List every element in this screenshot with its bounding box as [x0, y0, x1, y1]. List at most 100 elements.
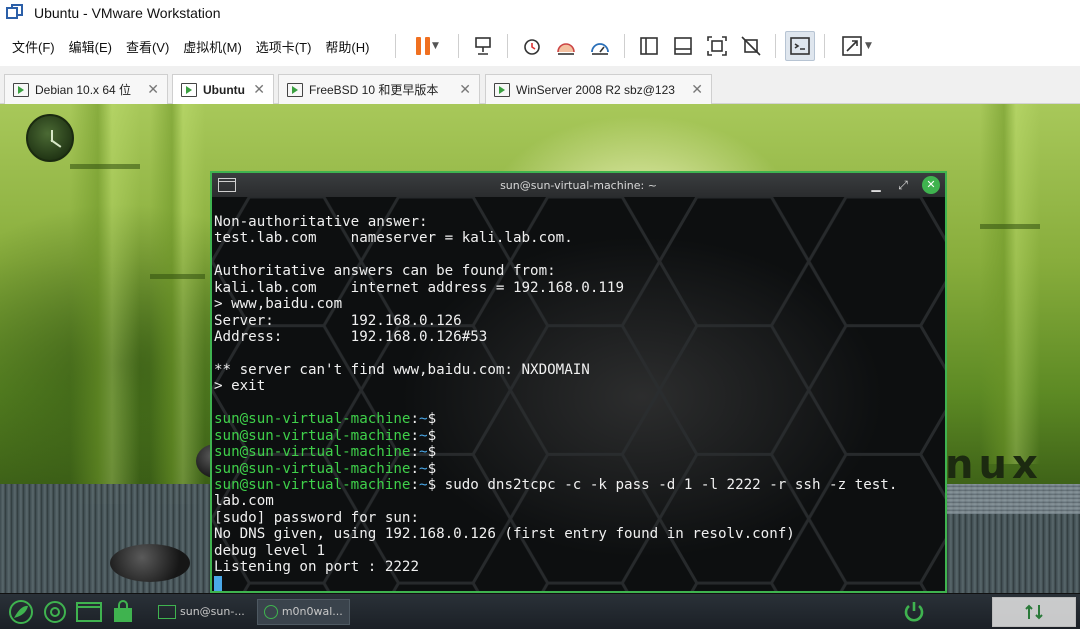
console-view-button[interactable]	[785, 31, 816, 61]
menu-file[interactable]: 文件(F)	[0, 37, 62, 56]
terminal-window[interactable]: sun@sun-virtual-machine: ~ ▁ ⤢ ✕ Non-aut…	[210, 171, 947, 593]
prompt-path: ~	[419, 427, 428, 444]
prompt-user: sun@sun-virtual-machine	[214, 477, 411, 493]
command-text: sudo dns2tcpc -c -k pass -d 1 -l 2222 -r…	[436, 477, 898, 493]
thumbnail-button[interactable]	[668, 31, 698, 61]
restore-button[interactable]: ⤢	[894, 176, 912, 194]
wallpaper-bamboo	[980, 104, 1040, 464]
terminal-body[interactable]: Non-authoritative answer: test.lab.com na…	[212, 197, 945, 591]
prompt-user: sun@sun-virtual-machine	[214, 411, 411, 428]
console-view-icon	[790, 37, 811, 55]
tab-freebsd[interactable]: FreeBSD 10 和更早版本 ✕	[278, 74, 480, 104]
vm-icon	[494, 82, 510, 97]
network-tray[interactable]	[992, 597, 1076, 627]
menu-edit[interactable]: 编辑(E)	[62, 37, 119, 56]
menu-tabs[interactable]: 选项卡(T)	[249, 37, 319, 56]
close-icon[interactable]: ✕	[691, 82, 703, 98]
prompt-dollar: $	[427, 427, 437, 444]
power-button[interactable]	[901, 599, 927, 625]
terminal-line: sun@sun-virtual-machine:~$	[214, 428, 945, 444]
toolbar-separator	[395, 34, 397, 58]
wallpaper-brand-text: nux	[945, 442, 1043, 488]
window-title: Ubuntu - VMware Workstation	[34, 5, 221, 21]
unity-button[interactable]	[736, 31, 766, 61]
pause-button[interactable]: ▼	[405, 31, 449, 61]
guest-taskbar: sun@sun-... m0n0wal...	[0, 593, 1080, 629]
snapshot-manager-button[interactable]	[585, 31, 615, 61]
terminal-line: Address: 192.168.0.126#53	[214, 329, 488, 346]
send-ctrl-alt-del-icon	[475, 37, 492, 55]
wallpaper-pebble	[110, 544, 190, 582]
close-icon[interactable]: ✕	[147, 82, 159, 98]
minimize-button[interactable]: ▁	[867, 176, 885, 194]
terminal-titlebar[interactable]: sun@sun-virtual-machine: ~ ▁ ⤢ ✕	[212, 173, 945, 197]
toolbar-separator	[507, 34, 509, 58]
revert-snapshot-icon	[557, 43, 576, 55]
browser-launcher[interactable]	[42, 599, 68, 625]
tab-winserver[interactable]: WinServer 2008 R2 sbz@123 ✕	[485, 74, 712, 104]
menu-view[interactable]: 查看(V)	[119, 37, 176, 56]
unity-icon	[741, 36, 762, 56]
prompt-path: ~	[419, 477, 428, 493]
terminal-line: kali.lab.com internet address = 192.168.…	[214, 279, 624, 296]
terminal-line: > www,baidu.com	[214, 296, 343, 313]
terminal-line: > exit	[214, 378, 266, 395]
prompt-path: ~	[419, 460, 428, 477]
menu-bar: 文件(F) 编辑(E) 查看(V) 虚拟机(M) 选项卡(T) 帮助(H) ▼	[0, 26, 1080, 66]
taskbar-item-firewall[interactable]: m0n0wal...	[256, 598, 350, 625]
snapshot-button[interactable]	[517, 31, 547, 61]
terminal-line: sun@sun-virtual-machine:~$	[214, 411, 945, 427]
window-icon	[158, 604, 176, 619]
library-button[interactable]	[634, 31, 664, 61]
taskbar-item-label: sun@sun-...	[180, 605, 245, 618]
window-icon	[263, 604, 278, 619]
terminal-line: sun@sun-virtual-machine:~$	[214, 461, 945, 477]
power-icon	[904, 602, 924, 622]
prompt-path: ~	[419, 411, 428, 428]
start-menu-button[interactable]	[8, 599, 34, 625]
prompt-dollar: $	[427, 444, 437, 461]
guest-desktop[interactable]: nux sun@sun-virtual-machine: ~ ▁ ⤢ ✕ Non…	[0, 104, 1080, 629]
chevron-down-icon: ▼	[431, 41, 439, 51]
vm-tab-bar: Debian 10.x 64 位 ✕ Ubuntu ✕ FreeBSD 10 和…	[0, 66, 1080, 105]
close-button[interactable]: ✕	[922, 176, 940, 194]
prompt-colon: :	[410, 444, 420, 461]
terminal-launcher[interactable]	[76, 599, 102, 625]
revert-snapshot-button[interactable]	[551, 31, 581, 61]
wallpaper-bamboo	[150, 104, 205, 504]
tab-debian[interactable]: Debian 10.x 64 位 ✕	[4, 74, 168, 104]
prompt-user: sun@sun-virtual-machine	[214, 444, 411, 461]
window-titlebar: Ubuntu - VMware Workstation	[0, 0, 1080, 26]
tab-ubuntu[interactable]: Ubuntu ✕	[172, 74, 274, 105]
toolbar-separator	[624, 34, 626, 58]
close-icon[interactable]: ✕	[253, 82, 265, 98]
terminal-line: lab.com	[214, 493, 274, 510]
taskbar-item-terminal[interactable]: sun@sun-...	[152, 599, 251, 625]
clock-widget[interactable]	[26, 114, 74, 162]
menu-help[interactable]: 帮助(H)	[318, 37, 376, 56]
stretch-button[interactable]: ▼	[834, 31, 878, 61]
terminal-line: No DNS given, using 192.168.0.126 (first…	[214, 526, 795, 543]
prompt-dollar: $	[427, 460, 437, 477]
terminal-line: test.lab.com nameserver = kali.lab.com.	[214, 230, 573, 247]
prompt-dollar: $	[427, 477, 437, 493]
tab-label: Ubuntu	[203, 83, 245, 97]
snapshot-icon	[524, 39, 541, 55]
fullscreen-button[interactable]	[702, 31, 732, 61]
menu-vm[interactable]: 虚拟机(M)	[176, 37, 249, 56]
software-launcher[interactable]	[110, 599, 136, 625]
terminal-line: Non-authoritative answer:	[214, 214, 428, 230]
clock-minute-hand	[50, 139, 62, 148]
wallpaper-bamboo-node	[980, 224, 1040, 229]
terminal-line: Server: 192.168.0.126	[214, 312, 462, 329]
close-icon[interactable]: ✕	[459, 82, 471, 98]
thumbnail-icon	[674, 37, 693, 55]
send-ctrl-alt-del-button[interactable]	[468, 31, 498, 61]
terminal-line: sun@sun-virtual-machine:~$	[214, 444, 945, 460]
terminal-line: ** server can't find www,baidu.com: NXDO…	[214, 361, 590, 378]
tab-label: WinServer 2008 R2 sbz@123	[516, 82, 675, 97]
prompt-colon: :	[410, 427, 420, 444]
